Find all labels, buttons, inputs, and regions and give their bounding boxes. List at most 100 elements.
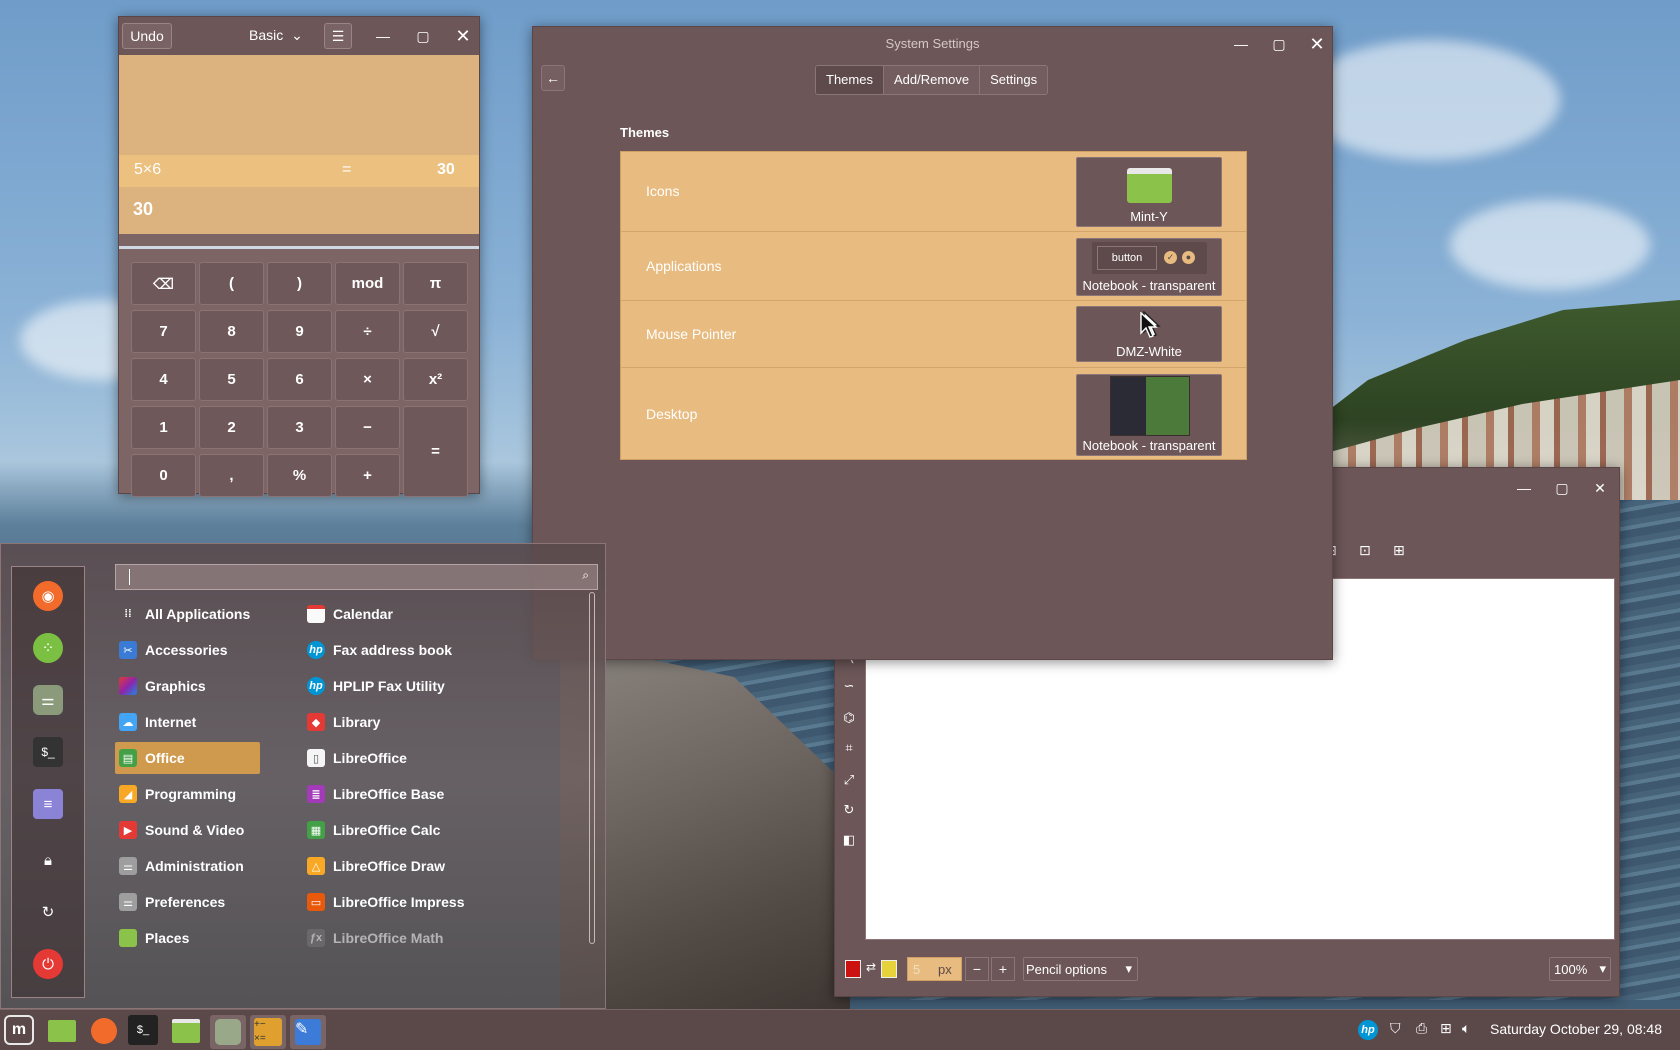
key-1[interactable]: 1 [131, 406, 196, 449]
curve-tool-icon[interactable]: ∽ [841, 678, 857, 694]
shield-icon[interactable]: ⛉ [1390, 1020, 1401, 1037]
category-programming[interactable]: ◢ Programming [119, 778, 259, 810]
key-8[interactable]: 8 [199, 310, 264, 353]
close-icon[interactable]: ✕ [1586, 474, 1614, 502]
printer-icon[interactable]: ⎙ [1416, 1020, 1427, 1037]
menu-button-mint-icon[interactable]: m [4, 1015, 34, 1045]
menu-scrollbar[interactable] [589, 592, 595, 944]
category-accessories[interactable]: ✂ Accessories [119, 634, 259, 666]
undo-button[interactable]: Undo [122, 23, 172, 49]
multiply-key[interactable]: × [335, 358, 400, 401]
category-administration[interactable]: ⚌ Administration [119, 850, 259, 882]
swap-colors-icon[interactable]: ⇄ [863, 960, 879, 978]
close-paren-key[interactable]: ) [267, 262, 332, 305]
applications-theme-button[interactable]: button ✓ ● Notebook - transparent [1076, 238, 1222, 296]
square-key[interactable]: x² [403, 358, 468, 401]
category-internet[interactable]: ☁ Internet [119, 706, 259, 738]
mode-selector[interactable]: Basic ⌄ [249, 27, 303, 44]
maximize-icon[interactable]: ▢ [1265, 30, 1293, 58]
desktop-theme-button[interactable]: Notebook - transparent [1076, 374, 1222, 456]
volume-icon[interactable]: 🔈︎ [1462, 1020, 1470, 1037]
secondary-color-swatch[interactable] [881, 960, 897, 978]
lock-icon[interactable]: 🔒︎ [33, 845, 63, 875]
icons-theme-button[interactable]: Mint-Y [1076, 157, 1222, 227]
brush-size-field[interactable]: 5 px [907, 957, 962, 981]
tab-add-remove[interactable]: Add/Remove [883, 66, 981, 94]
key-5[interactable]: 5 [199, 358, 264, 401]
minimize-icon[interactable]: — [369, 22, 397, 50]
drawing-app-icon[interactable]: ✎ [290, 1015, 326, 1049]
category-all-applications[interactable]: ⁞⁞ All Applications [119, 598, 259, 630]
history-line[interactable]: 5×6 = 30 [119, 155, 479, 187]
maximize-icon[interactable]: ▢ [1548, 474, 1576, 502]
app-libreoffice-impress[interactable]: ▭ LibreOffice Impress [307, 886, 577, 918]
key-9[interactable]: 9 [267, 310, 332, 353]
pi-key[interactable]: π [403, 262, 468, 305]
key-3[interactable]: 3 [267, 406, 332, 449]
terminal-icon[interactable]: $_ [128, 1015, 158, 1045]
network-icon[interactable]: ⊞ [1440, 1020, 1452, 1037]
zoom-dropdown[interactable]: 100% ▾ [1549, 957, 1611, 981]
software-manager-icon[interactable]: ⁘ [33, 633, 63, 663]
filters-icon[interactable]: ◧ [841, 832, 857, 848]
system-settings-icon[interactable]: ⚌ [33, 685, 63, 715]
tool-options-dropdown[interactable]: Pencil options ▾ [1023, 957, 1138, 981]
mod-key[interactable]: mod [335, 262, 400, 305]
minimize-icon[interactable]: — [1510, 474, 1538, 502]
decrease-size-button[interactable]: − [965, 957, 989, 981]
app-hplip-fax-utility[interactable]: hp HPLIP Fax Utility [307, 670, 577, 702]
firefox-icon[interactable] [88, 1015, 120, 1047]
app-calendar[interactable]: Calendar [307, 598, 577, 630]
logout-icon[interactable]: ↻ [33, 897, 63, 927]
app-library[interactable]: ◆ Library [307, 706, 577, 738]
key-2[interactable]: 2 [199, 406, 264, 449]
minimize-icon[interactable]: — [1227, 30, 1255, 58]
app-fax-address-book[interactable]: hp Fax address book [307, 634, 577, 666]
crop-icon[interactable]: ⌗ [841, 740, 857, 756]
back-button[interactable]: ← [541, 65, 565, 91]
key-0[interactable]: 0 [131, 454, 196, 497]
sqrt-key[interactable]: √ [403, 310, 468, 353]
category-office[interactable]: ▤ Office [115, 742, 260, 774]
key-7[interactable]: 7 [131, 310, 196, 353]
power-icon[interactable]: ⏻ [33, 949, 63, 979]
calculator-icon[interactable]: +− ×= [250, 1015, 286, 1049]
rotate-icon[interactable]: ↻ [841, 802, 857, 818]
equals-key[interactable]: = [403, 406, 468, 497]
terminal-icon[interactable]: $_ [33, 737, 63, 767]
subtract-key[interactable]: − [335, 406, 400, 449]
maximize-icon[interactable]: ▢ [409, 22, 437, 50]
category-preferences[interactable]: ⚌ Preferences [119, 886, 259, 918]
search-input[interactable]: ⌕ [115, 564, 598, 590]
app-libreoffice-draw[interactable]: △ LibreOffice Draw [307, 850, 577, 882]
hamburger-menu-button[interactable]: ☰ [324, 23, 352, 49]
category-graphics[interactable]: Graphics [119, 670, 259, 702]
backspace-key[interactable]: ⌫ [131, 262, 196, 305]
add-key[interactable]: + [335, 454, 400, 497]
open-paren-key[interactable]: ( [199, 262, 264, 305]
category-sound-video[interactable]: ▶ Sound & Video [119, 814, 259, 846]
system-settings-icon[interactable] [210, 1015, 246, 1049]
key-6[interactable]: 6 [267, 358, 332, 401]
zoom-fit-icon[interactable]: ⊞ [1393, 542, 1405, 559]
tab-themes[interactable]: Themes [816, 66, 884, 94]
hp-tray-icon[interactable]: hp [1358, 1020, 1378, 1040]
scale-icon[interactable]: ⤢ [841, 772, 857, 788]
tab-settings[interactable]: Settings [980, 66, 1048, 94]
shape-tool-icon[interactable]: ⌬ [841, 710, 857, 726]
close-icon[interactable]: ✕ [449, 22, 477, 50]
app-libreoffice-base[interactable]: ≣ LibreOffice Base [307, 778, 577, 810]
files-icon[interactable] [170, 1015, 202, 1047]
app-libreoffice[interactable]: ▯ LibreOffice [307, 742, 577, 774]
text-editor-icon[interactable]: ≡ [33, 789, 63, 819]
show-desktop-icon[interactable] [46, 1015, 78, 1047]
increase-size-button[interactable]: + [991, 957, 1015, 981]
decimal-key[interactable]: , [199, 454, 264, 497]
divide-key[interactable]: ÷ [335, 310, 400, 353]
percent-key[interactable]: % [267, 454, 332, 497]
app-libreoffice-math[interactable]: ƒx LibreOffice Math [307, 922, 577, 954]
clock[interactable]: Saturday October 29, 08:48 [1490, 1021, 1662, 1037]
app-libreoffice-calc[interactable]: ▦ LibreOffice Calc [307, 814, 577, 846]
category-places[interactable]: Places [119, 922, 259, 954]
primary-color-swatch[interactable] [845, 960, 861, 978]
